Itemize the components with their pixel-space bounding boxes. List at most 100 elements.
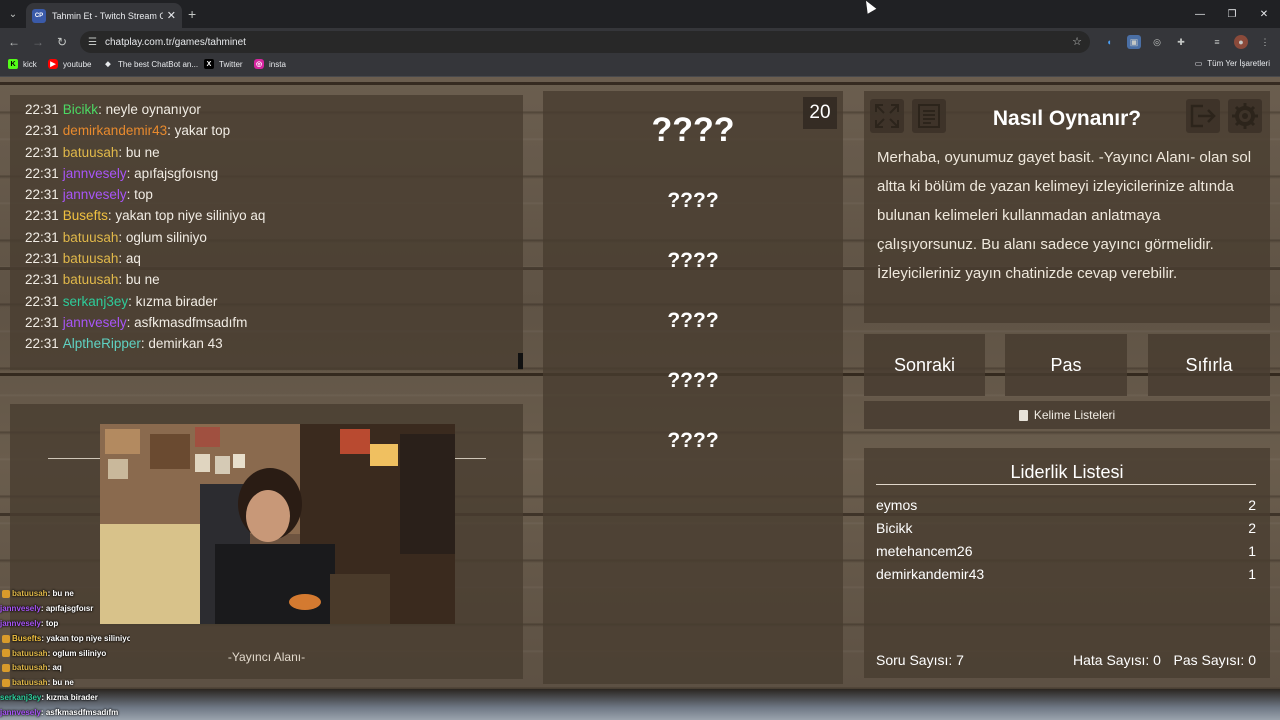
chat-timestamp: 22:31 [25, 144, 59, 160]
bookmark-label: insta [269, 59, 286, 69]
overlay-chat-text: bu ne [52, 678, 74, 688]
leaderboard-row: demirkandemir43 1 [876, 566, 1256, 582]
close-tab-icon[interactable]: ✕ [167, 9, 176, 22]
chat-colon: : [126, 187, 135, 203]
word-lists-button[interactable]: Kelime Listeleri [864, 401, 1270, 429]
overlay-chat-text: kızma birader [46, 693, 98, 703]
browser-tab-bar: ⌄ CP Tahmin Et - Twitch Stream Gam ✕ + —… [0, 0, 1280, 28]
chat-text: neyle oynanıyor [105, 102, 201, 117]
chat-timestamp: 22:31 [25, 251, 59, 267]
chat-message: 22:31 demirkandemir43: yakar top [25, 120, 523, 141]
bookmark-label: The best ChatBot an... [118, 59, 199, 69]
restore-icon[interactable]: ❐ [1216, 0, 1248, 28]
chat-text: top [134, 187, 153, 203]
chat-text: asfkmasdfmsadıfm [134, 314, 248, 330]
player-score: 2 [1248, 497, 1256, 513]
chat-colon: : [126, 165, 135, 181]
chat-username[interactable]: batuusah [63, 272, 119, 287]
chat-username[interactable]: jannvesely [63, 315, 127, 330]
chat-message: 22:31 jannvesely: top [25, 184, 523, 205]
logout-icon[interactable] [1186, 99, 1220, 133]
tab-search-icon[interactable]: ⌄ [4, 5, 22, 23]
minimize-icon[interactable]: — [1184, 0, 1216, 28]
extensions-puzzle-icon[interactable]: ✚ [1174, 35, 1188, 49]
chat-timestamp: 22:31 [25, 123, 59, 139]
close-window-icon[interactable]: ✕ [1248, 0, 1280, 28]
player-score: 1 [1248, 543, 1256, 559]
chat-username[interactable]: batuusah [63, 145, 119, 160]
chat-message-list: 22:31 Bicikk: neyle oynanıyor 22:31 demirka… [25, 99, 523, 355]
user-badge-icon [2, 679, 10, 688]
pass-button[interactable]: Pas [1005, 334, 1127, 396]
chat-text: apıfajsgfoısng [134, 165, 219, 181]
chat-username[interactable]: jannvesely [63, 166, 127, 181]
player-name: demirkandemir43 [876, 566, 985, 582]
next-button[interactable]: Sonraki [864, 334, 985, 396]
extension-gamepad-icon[interactable]: ◎ [1150, 35, 1164, 49]
overlay-chat-text: yakan top niye siliniyo aq [46, 633, 130, 643]
chat-username[interactable]: batuusah [63, 230, 119, 245]
forward-icon[interactable]: → [30, 34, 46, 50]
how-to-play-panel: Nasıl Oynanır? Merhaba, oyunumuz gayet b… [864, 91, 1270, 323]
reload-icon[interactable]: ↻ [54, 34, 70, 50]
chat-username[interactable]: serkanj3ey [63, 294, 128, 309]
user-badge-icon [2, 649, 10, 658]
chat-colon: : [128, 293, 136, 309]
overlay-chat-username: Busefts [12, 633, 42, 643]
extension-translate-icon[interactable]: ▣ [1127, 35, 1141, 49]
chat-message: 22:31 batuusah: aq [25, 248, 523, 269]
chat-message: 22:31 jannvesely: asfkmasdfmsadıfm [25, 312, 523, 333]
reset-button[interactable]: Sıfırla [1148, 334, 1270, 396]
divider-line [876, 484, 1256, 485]
all-bookmarks-label: Tüm Yer İşaretleri [1207, 59, 1270, 68]
chat-text: bu ne [125, 144, 160, 160]
menu-kebab-icon[interactable]: ⋮ [1258, 35, 1272, 49]
all-bookmarks-folder[interactable]: ▭ Tüm Yer İşaretleri [1195, 59, 1270, 68]
back-icon[interactable]: ← [6, 34, 22, 50]
error-count: Hata Sayısı: 0 [1073, 652, 1161, 668]
bookmark-youtube[interactable]: ▶ youtube [48, 59, 91, 69]
chat-username[interactable]: jannvesely [63, 187, 127, 202]
leaderboard-title: Liderlik Listesi [1010, 462, 1124, 482]
overlay-chat-text: bu ne [52, 589, 74, 598]
player-name: metehancem26 [876, 543, 973, 559]
chat-scrollbar[interactable] [518, 353, 523, 369]
bookmark-insta[interactable]: ◎ insta [254, 59, 286, 69]
chat-timestamp: 22:31 [25, 229, 59, 245]
chat-username[interactable]: AlptheRipper [63, 336, 141, 351]
bookmark-star-icon[interactable]: ☆ [1072, 35, 1082, 48]
chat-colon: : [118, 251, 126, 267]
chat-timestamp: 22:31 [25, 208, 59, 224]
chat-username[interactable]: Busefts [63, 208, 108, 223]
browser-tab-active[interactable]: CP Tahmin Et - Twitch Stream Gam ✕ [26, 3, 182, 28]
chat-timestamp: 22:31 [25, 165, 59, 181]
x-twitter-icon: X [204, 59, 214, 69]
chat-message: 22:31 Busefts: yakan top niye siliniyo aq [25, 205, 523, 226]
chat-username[interactable]: Bicikk [63, 102, 98, 117]
chat-text: kızma birader [135, 293, 218, 309]
overlay-chat-text: aq [52, 663, 62, 673]
settings-gear-icon[interactable] [1228, 99, 1262, 133]
clipboard-icon [1018, 409, 1028, 421]
forbidden-word: ???? [667, 429, 719, 452]
profile-avatar-icon[interactable]: ● [1234, 35, 1248, 49]
chat-timestamp: 22:31 [25, 336, 59, 352]
bookmark-twitter[interactable]: X Twitter [204, 59, 243, 69]
bookmark-label: kick [23, 59, 37, 69]
game-page: 22:31 Bicikk: neyle oynanıyor 22:31 demirka… [0, 77, 1280, 720]
chat-colon: : [118, 229, 126, 245]
bookmark-kick[interactable]: K kick [8, 59, 37, 69]
chat-username[interactable]: batuusah [63, 251, 119, 266]
instagram-icon: ◎ [254, 59, 264, 69]
bookmark-chatbot[interactable]: ◆ The best ChatBot an... [103, 59, 198, 69]
chat-message: 22:31 AlptheRipper: demirkan 43 [25, 333, 523, 354]
reading-list-icon[interactable]: ≡ [1210, 35, 1224, 49]
leaderboard-row: Bicikk 2 [876, 520, 1256, 536]
target-word: ???? [651, 111, 735, 149]
site-info-icon[interactable]: ☰ [88, 37, 97, 48]
address-bar[interactable]: ☰ chatplay.com.tr/games/tahminet ☆ [80, 31, 1090, 53]
forbidden-word: ???? [667, 189, 719, 212]
chat-username[interactable]: demirkandemir43 [63, 123, 167, 138]
new-tab-icon[interactable]: + [188, 6, 196, 22]
extension-audio-icon[interactable]: ◖ [1102, 35, 1116, 49]
